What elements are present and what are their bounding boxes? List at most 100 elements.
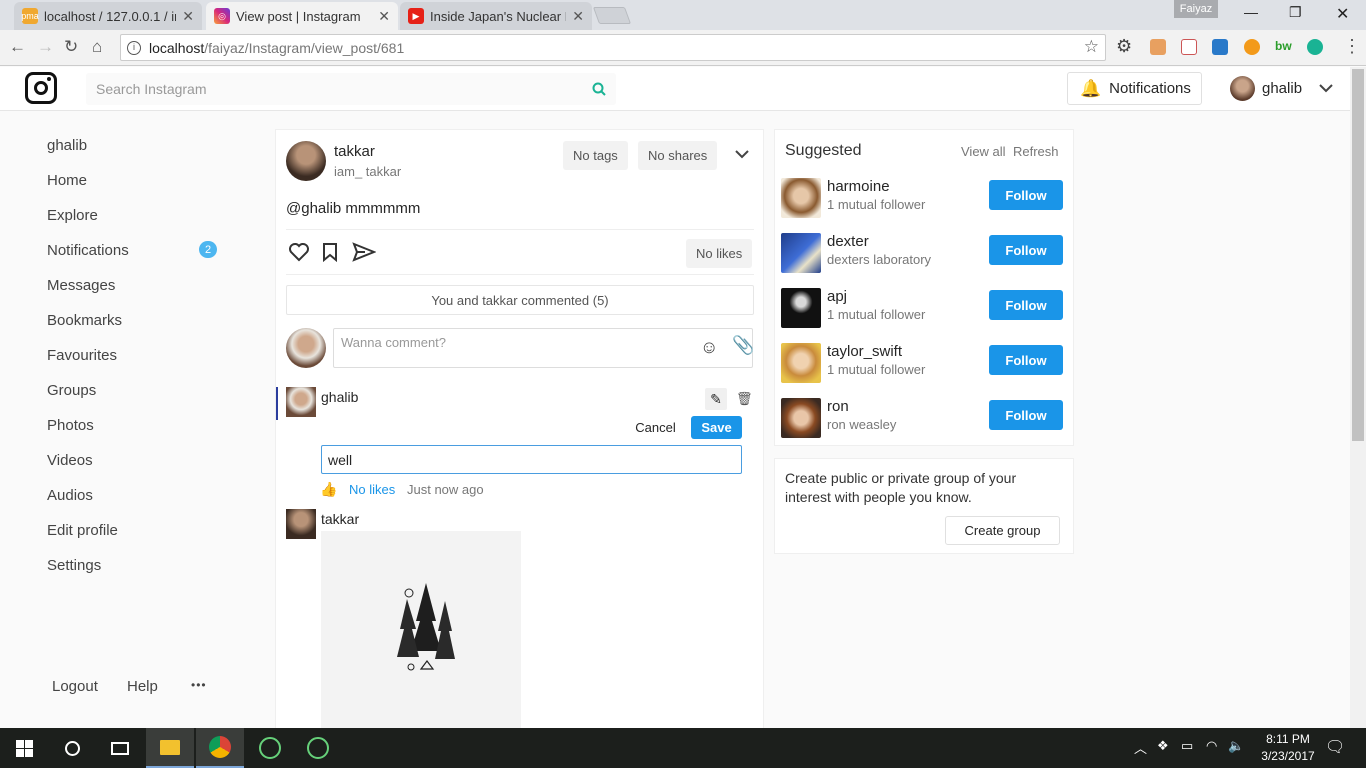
extension-icon[interactable] xyxy=(1150,39,1166,55)
new-tab-button[interactable] xyxy=(592,7,632,24)
follow-button[interactable]: Follow xyxy=(989,180,1063,210)
cortana-search-icon[interactable] xyxy=(48,728,96,768)
help-link[interactable]: Help xyxy=(127,678,158,695)
refresh-link[interactable]: Refresh xyxy=(1013,144,1059,159)
extension-icon[interactable] xyxy=(1307,39,1323,55)
logout-link[interactable]: Logout xyxy=(52,678,98,695)
post-author[interactable]: takkar xyxy=(334,143,375,160)
page-scrollbar[interactable] xyxy=(1350,67,1366,728)
info-icon[interactable]: i xyxy=(127,40,141,55)
emoji-icon[interactable]: ☺ xyxy=(700,337,718,358)
battery-icon[interactable]: ▭ xyxy=(1181,738,1193,754)
tab-instagram[interactable]: ◎ View post | Instagram ✕ xyxy=(206,2,398,30)
search-input[interactable]: Search Instagram xyxy=(86,73,616,105)
close-tab-icon[interactable]: ✕ xyxy=(182,8,194,25)
scrollbar-thumb[interactable] xyxy=(1352,69,1364,441)
avatar[interactable] xyxy=(781,288,821,328)
close-window-icon[interactable]: ✕ xyxy=(1336,4,1349,24)
delete-icon[interactable]: 🗑 xyxy=(736,391,753,407)
sidebar-item-explore[interactable]: Explore xyxy=(47,207,98,224)
attachment-icon[interactable]: 📎 xyxy=(732,335,754,356)
reload-icon[interactable]: ↻ xyxy=(64,37,78,57)
shares-chip[interactable]: No shares xyxy=(638,141,718,170)
heart-icon[interactable] xyxy=(288,242,310,262)
extension-icon[interactable] xyxy=(1244,39,1260,55)
windows-start-icon[interactable] xyxy=(0,728,48,768)
avatar[interactable] xyxy=(781,178,821,218)
atom-app-icon[interactable] xyxy=(294,728,342,768)
restore-icon[interactable]: ❐ xyxy=(1289,4,1302,21)
suggested-username[interactable]: harmoine xyxy=(827,178,890,195)
follow-button[interactable]: Follow xyxy=(989,400,1063,430)
sidebar-item-messages[interactable]: Messages xyxy=(47,277,115,294)
sidebar-item-settings[interactable]: Settings xyxy=(47,557,101,574)
bookmark-icon[interactable] xyxy=(322,242,338,262)
sidebar-item-edit-profile[interactable]: Edit profile xyxy=(47,522,118,539)
suggested-username[interactable]: dexter xyxy=(827,233,869,250)
comment-textarea[interactable]: Wanna comment? ☺ 📎 xyxy=(333,328,754,368)
volume-icon[interactable]: 🔈 xyxy=(1228,738,1244,754)
suggested-username[interactable]: apj xyxy=(827,288,847,305)
avatar[interactable] xyxy=(286,141,326,181)
sidebar-item-videos[interactable]: Videos xyxy=(47,452,93,469)
sidebar-item-favourites[interactable]: Favourites xyxy=(47,347,117,364)
atom-app-icon[interactable] xyxy=(246,728,294,768)
tab-phpmyadmin[interactable]: pma localhost / 127.0.0.1 / ins ✕ xyxy=(14,2,202,30)
instagram-logo-icon[interactable] xyxy=(25,72,57,104)
wifi-icon[interactable]: ◠ xyxy=(1206,738,1217,754)
suggested-username[interactable]: ron xyxy=(827,398,849,415)
clock-date[interactable]: 3/23/2017 xyxy=(1252,749,1324,763)
chevron-down-icon[interactable] xyxy=(735,150,749,159)
extension-icon[interactable]: bw xyxy=(1275,39,1292,55)
sidebar-item-bookmarks[interactable]: Bookmarks xyxy=(47,312,122,329)
forward-icon[interactable]: → xyxy=(37,37,54,57)
close-tab-icon[interactable]: ✕ xyxy=(378,8,390,25)
avatar[interactable] xyxy=(781,233,821,273)
suggested-username[interactable]: taylor_swift xyxy=(827,343,902,360)
avatar[interactable] xyxy=(1230,76,1255,101)
clock-time[interactable]: 8:11 PM xyxy=(1258,732,1318,746)
close-tab-icon[interactable]: ✕ xyxy=(572,8,584,25)
save-button[interactable]: Save xyxy=(691,416,742,439)
dropbox-tray-icon[interactable]: ❖ xyxy=(1157,738,1169,754)
share-icon[interactable] xyxy=(352,242,376,262)
extension-icon[interactable] xyxy=(1181,39,1197,55)
url-input[interactable]: i localhost /faiyaz/Instagram/view_post/… xyxy=(120,34,1106,61)
comment-image[interactable] xyxy=(321,531,521,729)
file-explorer-icon[interactable] xyxy=(146,728,194,768)
chrome-icon[interactable] xyxy=(196,728,244,768)
minimize-icon[interactable]: — xyxy=(1244,4,1258,20)
comment-author[interactable]: ghalib xyxy=(321,389,358,405)
notifications-button[interactable]: 🔔 Notifications xyxy=(1067,72,1202,105)
task-view-icon[interactable] xyxy=(96,728,144,768)
sidebar-item-audios[interactable]: Audios xyxy=(47,487,93,504)
header-username[interactable]: ghalib xyxy=(1262,80,1302,97)
comment-likes-link[interactable]: No likes xyxy=(349,482,395,497)
avatar[interactable] xyxy=(781,343,821,383)
view-all-link[interactable]: View all xyxy=(961,144,1006,159)
comments-summary-button[interactable]: You and takkar commented (5) xyxy=(286,285,754,315)
thumbs-up-icon[interactable]: 👍 xyxy=(320,481,337,498)
follow-button[interactable]: Follow xyxy=(989,345,1063,375)
chevron-up-icon[interactable]: ︿ xyxy=(1134,738,1147,757)
menu-kebab-icon[interactable]: ⋮ xyxy=(1343,36,1361,57)
sidebar-item-notifications[interactable]: Notifications xyxy=(47,242,129,259)
back-icon[interactable]: ← xyxy=(9,37,26,57)
comment-author[interactable]: takkar xyxy=(321,511,359,527)
tab-youtube[interactable]: ▶ Inside Japan's Nuclear M ✕ xyxy=(400,2,592,30)
settings-extension-icon[interactable]: ⚙ xyxy=(1116,36,1132,57)
sidebar-item-profile[interactable]: ghalib xyxy=(47,137,87,154)
edit-icon[interactable]: ✎ xyxy=(705,388,727,410)
action-center-icon[interactable]: 🗨 xyxy=(1325,737,1345,757)
bookmark-star-icon[interactable]: ☆ xyxy=(1084,37,1099,57)
avatar[interactable] xyxy=(781,398,821,438)
cancel-button[interactable]: Cancel xyxy=(624,416,687,439)
create-group-button[interactable]: Create group xyxy=(945,516,1060,545)
search-icon[interactable] xyxy=(592,82,606,96)
follow-button[interactable]: Follow xyxy=(989,235,1063,265)
chevron-down-icon[interactable] xyxy=(1319,84,1333,93)
home-icon[interactable]: ⌂ xyxy=(92,37,102,57)
likes-chip[interactable]: No likes xyxy=(686,239,753,268)
tags-chip[interactable]: No tags xyxy=(563,141,628,170)
download-extension-icon[interactable] xyxy=(1212,39,1228,55)
